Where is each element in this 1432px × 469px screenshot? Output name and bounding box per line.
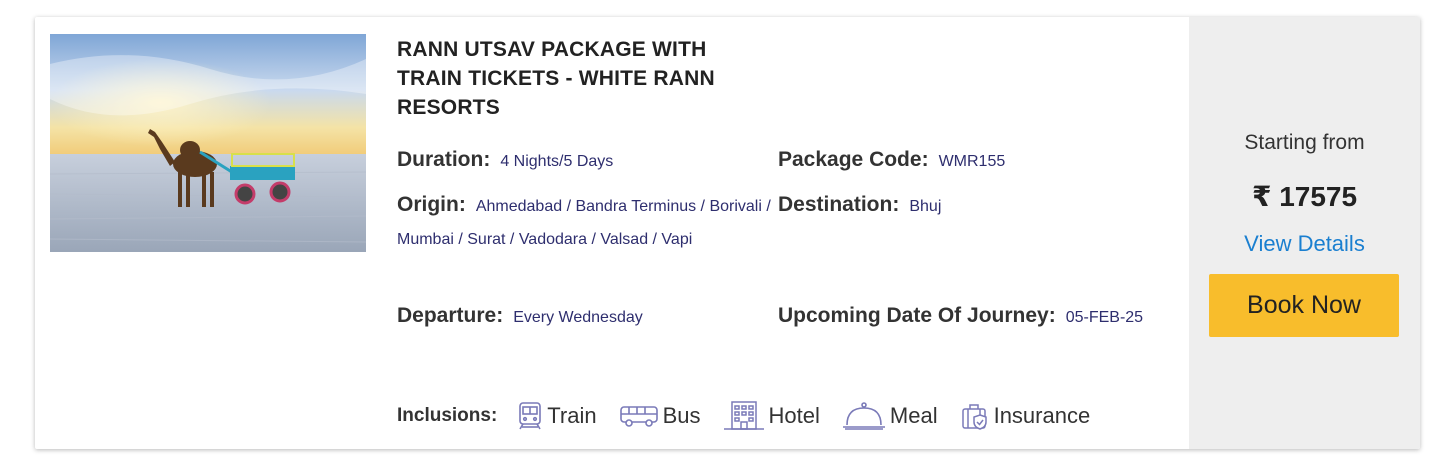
inclusion-hotel: Hotel [723,400,820,432]
price-value: ₹ 17575 [1251,181,1358,212]
inclusion-insurance: Insurance [960,401,1091,431]
origin-field: Origin: Ahmedabad / Bandra Terminus / Bor… [397,188,772,256]
departure-field: Departure: Every Wednesday [397,299,767,334]
package-code-field: Package Code: WMR155 [778,143,1158,178]
inclusion-hotel-label: Hotel [768,403,820,428]
bus-icon [619,406,658,427]
destination-label: Destination: [778,193,900,216]
duration-field: Duration: 4 Nights/5 Days [397,143,767,178]
destination-field: Destination: Bhuj [778,188,1158,223]
inclusion-bus: Bus [619,403,701,429]
train-icon [519,402,542,430]
departure-label: Departure: [397,304,504,327]
destination-value: Bhuj [909,198,942,215]
inclusion-train-label: Train [547,403,597,428]
package-card: RANN UTSAV PACKAGE WITH TRAIN TICKETS - … [35,17,1420,449]
origin-label: Origin: [397,193,466,216]
price-panel: Starting from ₹ 17575 View Details Book … [1189,17,1420,449]
inclusion-meal: Meal [842,401,938,431]
inclusion-meal-label: Meal [889,403,938,428]
inclusion-insurance-label: Insurance [993,403,1091,428]
package-title[interactable]: RANN UTSAV PACKAGE WITH TRAIN TICKETS - … [397,35,777,122]
inclusion-bus-label: Bus [662,403,701,428]
book-now-button[interactable]: Book Now [1209,274,1399,337]
view-details-link[interactable]: View Details [1189,231,1420,257]
duration-label: Duration: [397,148,491,171]
inclusion-train: Train [517,401,597,431]
meal-icon [842,402,885,430]
package-info: RANN UTSAV PACKAGE WITH TRAIN TICKETS - … [397,17,1187,449]
package-code-value: WMR155 [938,153,1006,170]
departure-value: Every Wednesday [513,309,643,326]
package-image[interactable] [50,34,366,252]
insurance-icon [961,404,987,430]
upcoming-date-field: Upcoming Date Of Journey: 05-FEB-25 [778,299,1163,334]
upcoming-date-label: Upcoming Date Of Journey: [778,304,1056,327]
hotel-icon [723,401,764,430]
duration-value: 4 Nights/5 Days [500,153,614,170]
upcoming-date-value: 05-FEB-25 [1065,309,1144,326]
package-code-label: Package Code: [778,148,929,171]
starting-from-label: Starting from [1244,131,1365,154]
inclusions-row: Inclusions: Train Bus Hotel Meal Insuran… [397,399,1112,433]
inclusions-label: Inclusions: [397,405,498,426]
